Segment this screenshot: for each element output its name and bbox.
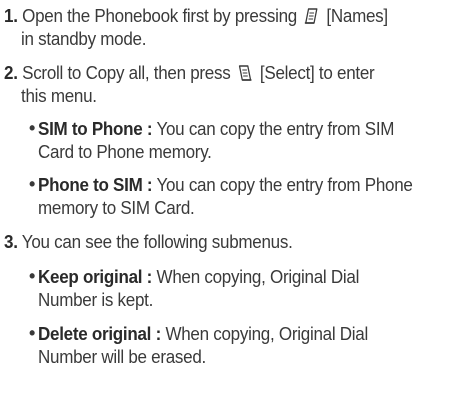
select-key-label: [Select] to enter: [259, 62, 375, 83]
bullet-sim-to-phone-line-2: Card to Phone memory.: [38, 142, 212, 162]
bullet-text: Number is kept.: [38, 289, 154, 310]
right-soft-key-icon: [236, 63, 254, 83]
step-1-line-1: 1. Open the Phonebook first by pressing […: [4, 6, 388, 26]
step-2-line-2: this menu.: [21, 86, 97, 106]
bullet-dot: •: [29, 174, 36, 194]
bullet-dot: •: [29, 323, 36, 343]
bullet-delete-original-line-1: Delete original : When copying, Original…: [38, 324, 368, 344]
bullet-dot: •: [29, 118, 36, 138]
bullet-text: Card to Phone memory.: [38, 141, 212, 162]
instruction-page: 1. Open the Phonebook first by pressing […: [0, 0, 466, 413]
step-text: Scroll to Copy all, then press: [22, 62, 231, 83]
step-text: You can see the following submenus.: [21, 231, 293, 252]
bullet-delete-original-line-2: Number will be erased.: [38, 347, 206, 367]
step-2-line-1: 2. Scroll to Copy all, then press [Select…: [4, 62, 375, 83]
bullet-text: When copying, Original Dial: [156, 266, 360, 287]
bullet-lead: Delete original :: [38, 323, 161, 344]
bullet-lead: Phone to SIM :: [38, 174, 153, 195]
bullet-phone-to-sim-line-2: memory to SIM Card.: [38, 197, 195, 218]
bullet-sim-to-phone-line-1: SIM to Phone : You can copy the entry fr…: [38, 119, 394, 139]
bullet-phone-to-sim-line-1: Phone to SIM : You can copy the entry fr…: [38, 175, 413, 195]
names-key-label: [Names]: [326, 5, 388, 26]
bullet-lead: Keep original :: [38, 266, 153, 287]
step-number: 1.: [4, 5, 18, 26]
bullet-keep-original-line-1: Keep original : When copying, Original D…: [38, 267, 359, 287]
step-1-line-2: in standby mode.: [21, 29, 146, 49]
step-text: this menu.: [21, 85, 97, 106]
bullet-text: You can copy the entry from Phone: [156, 174, 413, 195]
bullet-dot: •: [29, 266, 36, 286]
step-text: in standby mode.: [21, 28, 147, 49]
bullet-text: Number will be erased.: [38, 346, 206, 367]
step-3-line-1: 3. You can see the following submenus.: [4, 232, 293, 252]
step-text: Open the Phonebook first by pressing: [22, 5, 297, 26]
bullet-keep-original-line-2: Number is kept.: [38, 290, 153, 310]
bullet-text: memory to SIM Card.: [38, 197, 195, 218]
bullet-text: You can copy the entry from SIM: [156, 118, 395, 139]
step-number: 3.: [4, 231, 18, 252]
step-number: 2.: [4, 62, 18, 83]
left-soft-key-icon: [302, 6, 320, 26]
bullet-text: When copying, Original Dial: [165, 323, 369, 344]
bullet-lead: SIM to Phone :: [38, 118, 153, 139]
